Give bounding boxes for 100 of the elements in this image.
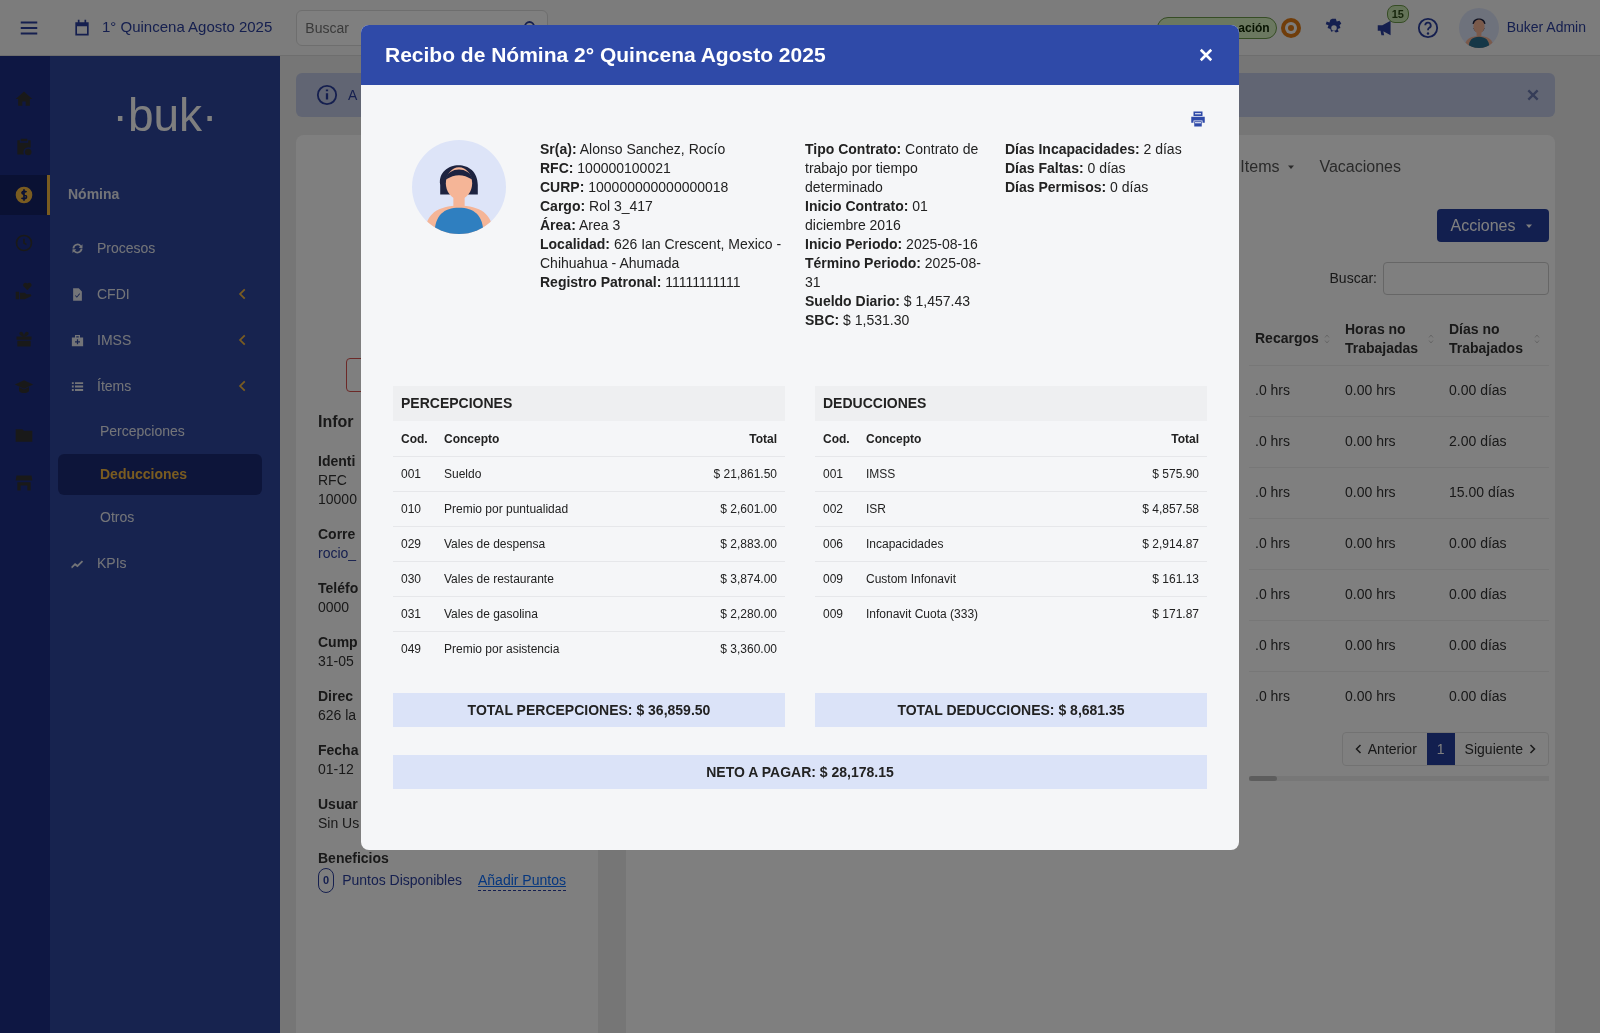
sidebar-item[interactable]: KPIs: [58, 540, 262, 586]
info-line: Cargo: Rol 3_417: [540, 197, 654, 216]
info-line: Registro Patronal: 11111111111: [540, 273, 742, 292]
table-cell-text: $ 171.87: [1152, 606, 1199, 623]
table-cell-text: IMSS: [866, 466, 897, 483]
calendar-icon[interactable]: [72, 17, 92, 38]
info-line: SBC: $ 1,531.30: [805, 311, 911, 330]
field-label: Cump: [318, 633, 358, 652]
file-check-icon: [70, 286, 85, 302]
table-cell-text: Premio por asistencia: [444, 641, 561, 658]
field-label: Beneficios: [318, 849, 389, 868]
points-label: Puntos Disponibles: [342, 871, 462, 890]
sidebar-item[interactable]: CFDI: [58, 271, 262, 317]
field-label: Usuar: [318, 795, 358, 814]
search-label: Buscar:: [1329, 269, 1377, 288]
info-line: Días Permisos: 0 días: [1005, 178, 1150, 197]
avatar-drawing: [1458, 7, 1499, 48]
sidebar-item[interactable]: IMSS: [58, 317, 262, 363]
section-title: DEDUCCIONES: [815, 386, 1207, 421]
column-header: Concepto: [866, 430, 923, 448]
table-cell: 15.00 días: [1449, 484, 1515, 500]
add-points-link[interactable]: Añadir Puntos: [478, 870, 566, 891]
field-value: Sin Us: [318, 814, 360, 833]
table-cell-text: Infonavit Cuota (333): [866, 606, 980, 623]
table-cell-text: $ 2,280.00: [720, 606, 777, 623]
info-line: CURP: 100000000000000018: [540, 178, 730, 197]
next-page-button[interactable]: Siguiente: [1454, 733, 1548, 765]
table-cell-text: $ 3,360.00: [720, 641, 777, 658]
card-title: Infor: [318, 412, 355, 432]
net-pay-bar: NETO A PAGAR: $ 28,178.15: [393, 755, 1207, 789]
table-cell: 0.00 hrs: [1345, 688, 1396, 705]
print-icon[interactable]: [1189, 110, 1207, 128]
previous-page-button[interactable]: Anterior: [1342, 733, 1427, 765]
info-line: Inicio Periodo: 2025-08-16: [805, 235, 979, 254]
tab[interactable]: Vacaciones: [1319, 155, 1401, 179]
info-line: Tipo Contrato: Contrato de trabajo por tiempo determinado: [805, 140, 980, 197]
medical-kit-icon: [70, 332, 85, 348]
close-icon[interactable]: [1525, 87, 1541, 103]
target-icon[interactable]: [1278, 15, 1303, 40]
table-cell: .0 hrs: [1255, 382, 1290, 398]
column-header[interactable]: Días no Trabajados: [1449, 319, 1531, 358]
logo: ·buk·: [111, 88, 219, 143]
table-cell-text: $ 2,601.00: [720, 501, 777, 518]
rail-item[interactable]: [0, 175, 50, 215]
field-label: Direc: [318, 687, 354, 706]
column-header[interactable]: Recargos: [1255, 329, 1319, 349]
alert-text: A: [348, 85, 358, 105]
info-line: Días Faltas: 0 días: [1005, 159, 1127, 178]
column-header: Cod.: [823, 430, 851, 448]
page-button[interactable]: 1: [1426, 733, 1455, 765]
tab[interactable]: Items: [1240, 155, 1298, 179]
user-name[interactable]: Buker Admin: [1506, 17, 1586, 38]
sidebar-item[interactable]: Procesos: [58, 225, 262, 271]
table-cell-text: 030: [401, 571, 423, 588]
sidebar-item[interactable]: Ítems: [58, 363, 262, 409]
sidebar-section[interactable]: Nómina: [58, 174, 262, 215]
table-cell-text: $ 2,883.00: [720, 536, 777, 553]
search-field[interactable]: [1383, 262, 1549, 295]
sidebar-subitem[interactable]: Percepciones: [58, 411, 262, 452]
column-header: Total: [749, 430, 777, 448]
table-cell-text: Vales de gasolina: [444, 606, 539, 623]
column-header[interactable]: Horas no Trabajadas: [1345, 319, 1425, 358]
close-button[interactable]: [1197, 46, 1215, 64]
table-cell: .0 hrs: [1255, 637, 1290, 653]
table-cell-text: 029: [401, 536, 423, 553]
help-icon[interactable]: [1416, 16, 1439, 39]
table-cell: 0.00 días: [1449, 637, 1507, 653]
info-line: Sueldo Diario: $ 1,457.43: [805, 292, 971, 311]
table-cell: 0.00 hrs: [1345, 484, 1396, 500]
field-value: 10000: [318, 490, 357, 509]
table-cell: 0.00 días: [1449, 586, 1507, 602]
table-cell-text: Premio por puntualidad: [444, 501, 570, 518]
table-cell: 0.00 días: [1449, 535, 1507, 551]
actions-button[interactable]: Acciones: [1437, 209, 1549, 242]
dollar-coin-icon: [13, 185, 34, 205]
table-cell: 0.00 hrs: [1345, 637, 1396, 653]
period-title[interactable]: 1° Quincena Agosto 2025: [102, 16, 273, 39]
table-cell-text: 001: [823, 466, 845, 483]
field-value: 626 la: [318, 706, 357, 725]
field-label: Teléfo: [318, 579, 359, 598]
store-icon: [13, 473, 34, 493]
scroll-bar[interactable]: [1249, 776, 1549, 781]
table-cell-text: 031: [401, 606, 423, 623]
home-icon: [13, 89, 34, 109]
close-icon: [1197, 46, 1215, 64]
table-cell-text: $ 161.13: [1152, 571, 1199, 588]
table-cell: 2.00 días: [1449, 433, 1507, 449]
sidebar-subitem[interactable]: Otros: [58, 497, 262, 538]
table-cell-text: Sueldo: [444, 466, 483, 483]
field-value: 01-12: [318, 760, 354, 779]
email-link[interactable]: rocio_: [318, 544, 357, 563]
table-cell: 0.00 días: [1449, 688, 1507, 705]
table-cell: 0.00 hrs: [1345, 535, 1396, 551]
table-cell-text: $ 4,857.58: [1142, 501, 1199, 518]
table-cell-text: $ 575.90: [1152, 466, 1199, 483]
table-cell-text: $ 3,874.00: [720, 571, 777, 588]
table-cell-text: ISR: [866, 501, 887, 518]
table-cell-text: Incapacidades: [866, 536, 945, 553]
sidebar-subitem[interactable]: Deducciones: [58, 454, 262, 495]
dialog-title: Recibo de Nómina 2° Quincena Agosto 2025: [385, 42, 826, 68]
